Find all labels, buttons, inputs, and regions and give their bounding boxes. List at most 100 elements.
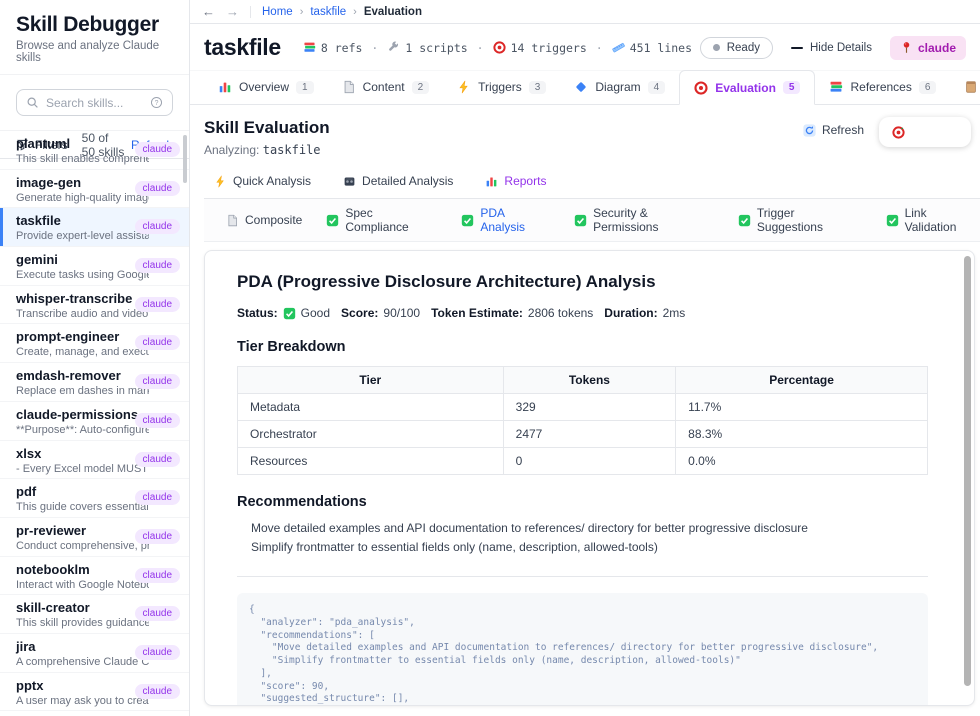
question-circle-icon: ? [150,96,163,109]
check-icon [461,214,474,227]
table-header: Tier [238,367,504,394]
skill-name: xlsx [16,446,149,462]
forward-arrow-icon[interactable]: → [226,4,239,19]
tab-diagram[interactable]: Diagram4 [560,70,679,104]
mode-tab-detailed-analysis[interactable]: Detailed Analysis [343,174,453,188]
status-line: Status:GoodScore:90/100Token Estimate:28… [237,306,928,320]
claude-badge: claude [135,142,180,157]
sidebar-item-jira[interactable]: jiraA comprehensive Claude Code...claude [0,634,189,673]
sidebar-item-claude-permissions[interactable]: claude-permissions**Purpose**: Auto-conf… [0,402,189,441]
tab-label: References [850,80,911,94]
claude-badge: claude [135,374,180,389]
wrench-icon [387,41,400,54]
skill-description: A comprehensive Claude Code... [16,656,149,668]
analyzer-label: PDA Analysis [480,206,550,234]
sidebar-item-pdf[interactable]: pdfThis guide covers essential PD...clau… [0,479,189,518]
status-value: 2ms [663,306,686,320]
analyzer-tab-link-validation[interactable]: Link Validation [886,206,980,234]
hide-details-label: Hide Details [810,42,872,54]
ready-status-badge[interactable]: Ready [700,37,773,59]
skill-list: plantumlThis skill enables comprehensi..… [0,131,189,716]
svg-text:?: ? [155,100,159,107]
page-icon [342,80,356,94]
sidebar-item-notebooklm[interactable]: notebooklmInteract with Google Notebook.… [0,557,189,596]
analyzer-tab-security-permissions[interactable]: Security & Permissions [574,206,714,234]
sidebar-scrollbar[interactable] [183,135,187,183]
claude-badge: claude [135,568,180,583]
skill-name: pptx [16,678,149,694]
breadcrumb-skill[interactable]: taskfile [310,6,346,18]
stat-label: 1 scripts [405,41,467,55]
tab-evaluation[interactable]: Evaluation 5 [679,70,815,105]
sidebar: Skill Debugger Browse and analyze Claude… [0,0,190,716]
navigation-bar: ← → Home › taskfile › Evaluation [190,0,980,24]
analyzer-tab-trigger-suggestions[interactable]: Trigger Suggestions [738,206,862,234]
mode-tab-quick-analysis[interactable]: Quick Analysis [214,174,311,188]
control-knobs-icon [343,175,356,188]
sidebar-item-pptx[interactable]: pptxA user may ask you to create, ...cla… [0,673,189,712]
skill-description: This skill provides guidance fo... [16,617,149,629]
analyzer-label: Link Validation [905,206,980,234]
refresh-icon [803,124,816,137]
sidebar-item-emdash-remover[interactable]: emdash-removerReplace em dashes in markd… [0,363,189,402]
card-scrollbar[interactable] [964,256,971,686]
hide-details-button[interactable]: Hide Details [791,42,872,54]
tab-overview[interactable]: Overview1 [204,70,328,104]
sidebar-item-taskfile[interactable]: taskfileProvide expert-level assistanc..… [0,208,189,247]
sidebar-item-image-gen[interactable]: image-genGenerate high-quality images ..… [0,170,189,209]
skill-description: Interact with Google Notebook... [16,579,149,591]
stat-label: 8 refs [321,41,363,55]
tab-number-badge: 5 [783,81,801,94]
pushpin-icon [900,41,913,54]
tab-label: Evaluation [715,81,776,95]
table-cell: 329 [503,394,676,421]
analyzer-tab-spec-compliance[interactable]: Spec Compliance [326,206,437,234]
tab-references[interactable]: References 6 [815,70,950,104]
skill-name: taskfile [16,213,149,229]
tab-scripts[interactable]: Scripts7 [950,70,980,104]
tab-content[interactable]: Content2 [328,70,444,104]
search-input[interactable] [46,96,143,110]
check-icon [326,214,339,227]
stat-triggers: 14 triggers [493,41,587,55]
refresh-button[interactable]: Refresh [803,123,864,137]
back-arrow-icon[interactable]: ← [202,4,215,19]
claude-badge: claude [135,413,180,428]
tab-number-badge: 2 [412,81,430,94]
sidebar-item-gemini[interactable]: geminiExecute tasks using Google's ...cl… [0,247,189,286]
sidebar-item-whisper-transcribe[interactable]: whisper-transcribeTranscribe audio and v… [0,286,189,325]
claude-badge[interactable]: claude [890,36,966,60]
tab-number-badge: 6 [919,81,937,94]
check-icon [283,307,296,320]
sidebar-item-xlsx[interactable]: xlsx- Every Excel model MUST be ...claud… [0,441,189,480]
analyzer-tab-pda-analysis[interactable]: PDA Analysis [461,206,550,234]
analyzer-label: Trigger Suggestions [757,206,862,234]
tab-label: Diagram [595,80,640,94]
main-panel: ← → Home › taskfile › Evaluation taskfil… [190,0,980,716]
stat-label: 451 lines [630,41,692,55]
separator-dot: · [371,41,378,55]
search-area: ? [0,75,189,131]
bar-chart-icon [485,175,498,188]
tab-triggers[interactable]: Triggers3 [443,70,560,104]
books-icon [829,80,843,94]
skill-name: pr-reviewer [16,523,149,539]
sidebar-item-skill-creator[interactable]: skill-creatorThis skill provides guidanc… [0,595,189,634]
table-cell: Resources [238,448,504,475]
claude-badge: claude [135,219,180,234]
evaluation-floating-pill[interactable] [879,117,971,147]
sidebar-item-prompt-engineer[interactable]: prompt-engineerCreate, manage, and execu… [0,324,189,363]
minus-icon [791,47,803,49]
sidebar-item-plantuml[interactable]: plantumlThis skill enables comprehensi..… [0,131,189,170]
skill-name: claude-permissions [16,407,149,423]
sidebar-header: Skill Debugger Browse and analyze Claude… [0,0,189,75]
recommendation-item: Move detailed examples and API documenta… [251,519,928,538]
mode-tab-reports[interactable]: Reports [485,174,546,188]
analyzer-tab-composite[interactable]: Composite [226,213,302,227]
search-box[interactable]: ? [16,89,173,116]
sidebar-item-pr-reviewer[interactable]: pr-reviewerConduct comprehensive, profe.… [0,518,189,557]
lightning-icon [457,80,471,94]
divider [250,6,251,18]
breadcrumb-home[interactable]: Home [262,6,293,18]
skill-description: - Every Excel model MUST be ... [16,463,149,475]
